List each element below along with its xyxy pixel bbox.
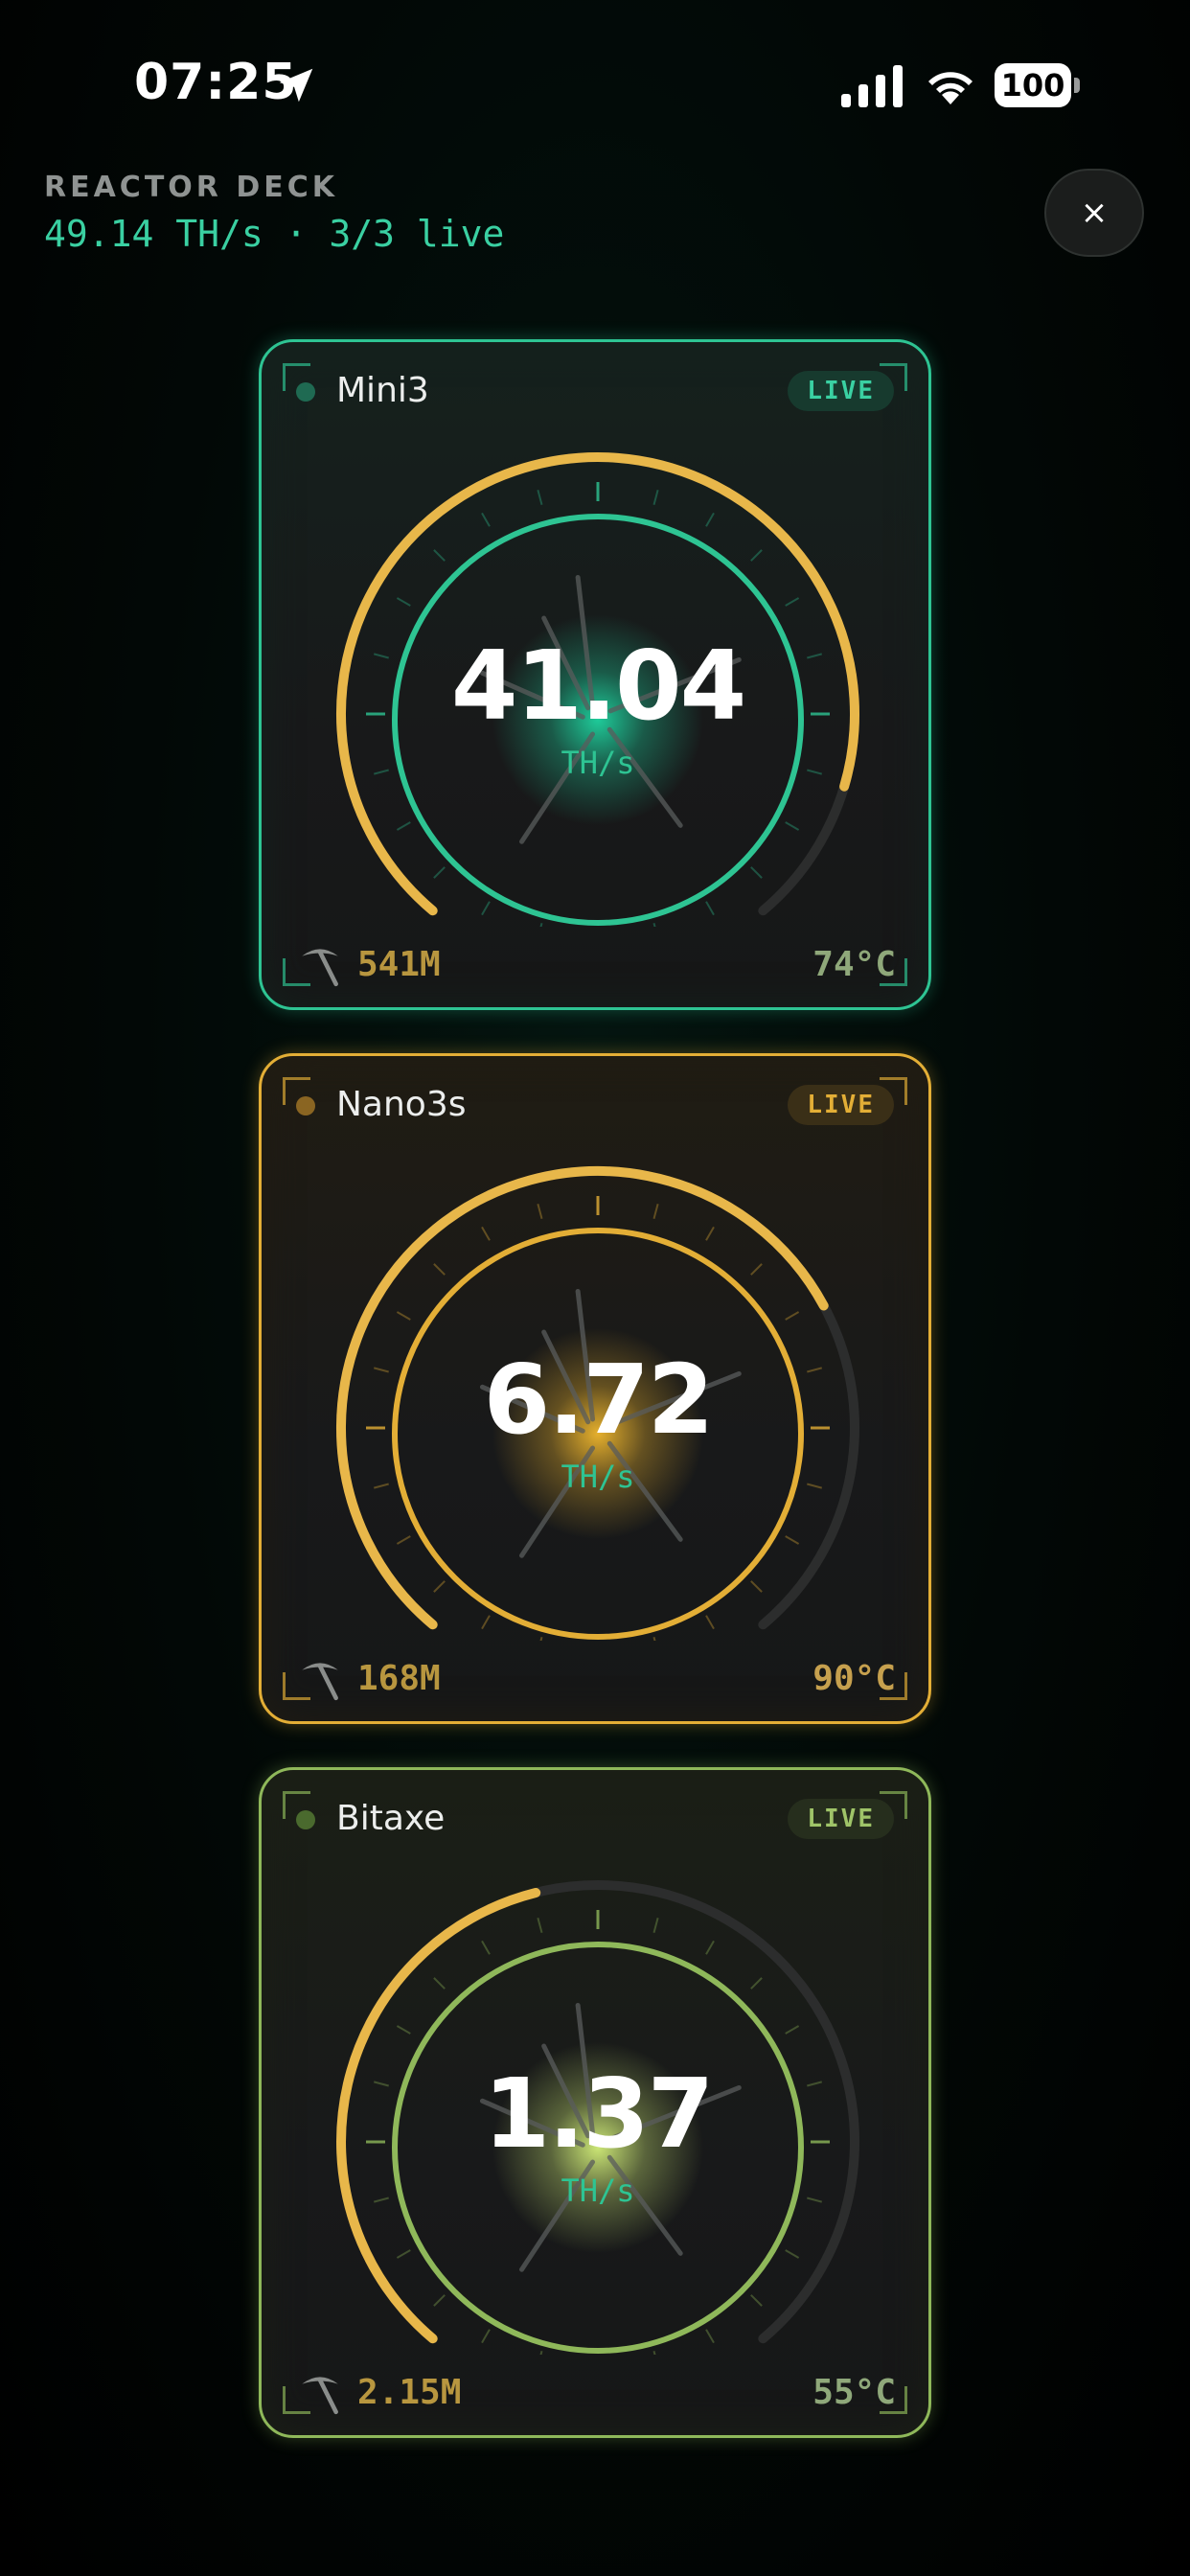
battery-indicator: 100 xyxy=(995,63,1081,107)
pickaxe-icon xyxy=(302,1663,338,1701)
gauge-tick xyxy=(705,1940,715,1955)
gauge-tick xyxy=(705,2329,715,2344)
status-dot xyxy=(296,382,315,402)
gauge-tick xyxy=(750,2294,763,2307)
live-badge: LIVE xyxy=(788,1085,894,1125)
gauge-tick xyxy=(705,1226,715,1241)
gauge-tick xyxy=(433,549,446,562)
hashrate-unit: TH/s xyxy=(561,1459,635,1495)
hashrate-value: 41.04 xyxy=(450,630,746,742)
gauge-tick xyxy=(537,489,543,505)
gauge-tick xyxy=(705,1615,715,1630)
gauge-tick xyxy=(481,2329,491,2344)
miner-name: Nano3s xyxy=(336,1085,467,1124)
gauge-tick xyxy=(396,2025,411,2035)
wifi-icon xyxy=(928,72,973,104)
gauge-tick xyxy=(750,866,763,879)
gauge-tick xyxy=(750,1580,763,1593)
battery-tip xyxy=(1074,78,1080,93)
temperature: 55°C xyxy=(812,2373,896,2412)
gauge-tick xyxy=(396,821,411,831)
gauge-tick xyxy=(652,489,659,505)
miner-card-mini3[interactable]: Mini3 LIVE 41.04 TH/s 541M 74°C xyxy=(259,339,931,1010)
gauge-tick xyxy=(481,1940,491,1955)
gauge-tick xyxy=(396,1535,411,1545)
battery-level: 100 xyxy=(995,63,1071,107)
hashrate-value: 6.72 xyxy=(483,1344,715,1456)
gauge-tick xyxy=(433,1977,446,1990)
gauge-tick xyxy=(539,923,543,927)
gauge-tick xyxy=(481,1615,491,1630)
status-dot xyxy=(296,1810,315,1829)
total-hashrate-summary: 49.14 TH/s · 3/3 live xyxy=(44,213,505,255)
cellular-signal-icon xyxy=(841,65,903,107)
gauge-tick xyxy=(481,512,491,527)
gauge-tick xyxy=(750,1977,763,1990)
status-dot xyxy=(296,1096,315,1116)
live-badge: LIVE xyxy=(788,371,894,411)
shares-count: 2.15M xyxy=(357,2373,462,2412)
live-badge: LIVE xyxy=(788,1799,894,1839)
gauge-tick xyxy=(785,1535,800,1545)
gauge-tick xyxy=(481,901,491,916)
gauge-tick xyxy=(652,1203,659,1219)
gauge-tick xyxy=(481,1226,491,1241)
pickaxe-icon xyxy=(302,949,338,987)
location-arrow-icon xyxy=(279,68,313,103)
hashrate-unit: TH/s xyxy=(561,2173,635,2209)
page-title: REACTOR DECK xyxy=(44,171,338,204)
shares-count: 168M xyxy=(357,1659,441,1698)
gauge-tick xyxy=(705,512,715,527)
miner-name: Mini3 xyxy=(336,371,429,410)
gauge-tick xyxy=(433,1263,446,1276)
gauge-tick xyxy=(652,2351,656,2355)
gauge-tick xyxy=(396,2249,411,2259)
gauge-tick xyxy=(750,1263,763,1276)
gauge-tick xyxy=(785,821,800,831)
gauge-tick xyxy=(537,1917,543,1933)
gauge-tick xyxy=(785,1311,800,1321)
temperature: 90°C xyxy=(812,1659,896,1698)
miner-card-nano3s[interactable]: Nano3s LIVE 6.72 TH/s 168M 90°C xyxy=(259,1053,931,1724)
gauge-tick xyxy=(433,2294,446,2307)
gauge-tick xyxy=(652,923,656,927)
gauge-tick xyxy=(652,1637,656,1641)
gauge-tick xyxy=(537,1203,543,1219)
gauge-tick xyxy=(652,1917,659,1933)
miner-name: Bitaxe xyxy=(336,1799,446,1838)
gauge-tick xyxy=(539,2351,543,2355)
status-bar: 07:25 100 xyxy=(0,0,1190,172)
gauge-tick xyxy=(396,597,411,607)
gauge-tick xyxy=(785,2025,800,2035)
hashrate-value: 1.37 xyxy=(483,2058,715,2170)
gauge-tick xyxy=(539,1637,543,1641)
gauge-tick xyxy=(785,597,800,607)
pickaxe-icon xyxy=(302,2377,338,2415)
temperature: 74°C xyxy=(812,945,896,984)
status-time: 07:25 xyxy=(134,54,298,111)
gauge-tick xyxy=(750,549,763,562)
hashrate-unit: TH/s xyxy=(561,745,635,781)
shares-count: 541M xyxy=(357,945,441,984)
gauge-tick xyxy=(705,901,715,916)
gauge-tick xyxy=(433,1580,446,1593)
miner-card-bitaxe[interactable]: Bitaxe LIVE 1.37 TH/s 2.15M 55°C xyxy=(259,1767,931,2438)
gauge-tick xyxy=(396,1311,411,1321)
close-button[interactable]: × xyxy=(1044,169,1144,257)
gauge-tick xyxy=(785,2249,800,2259)
gauge-tick xyxy=(433,866,446,879)
